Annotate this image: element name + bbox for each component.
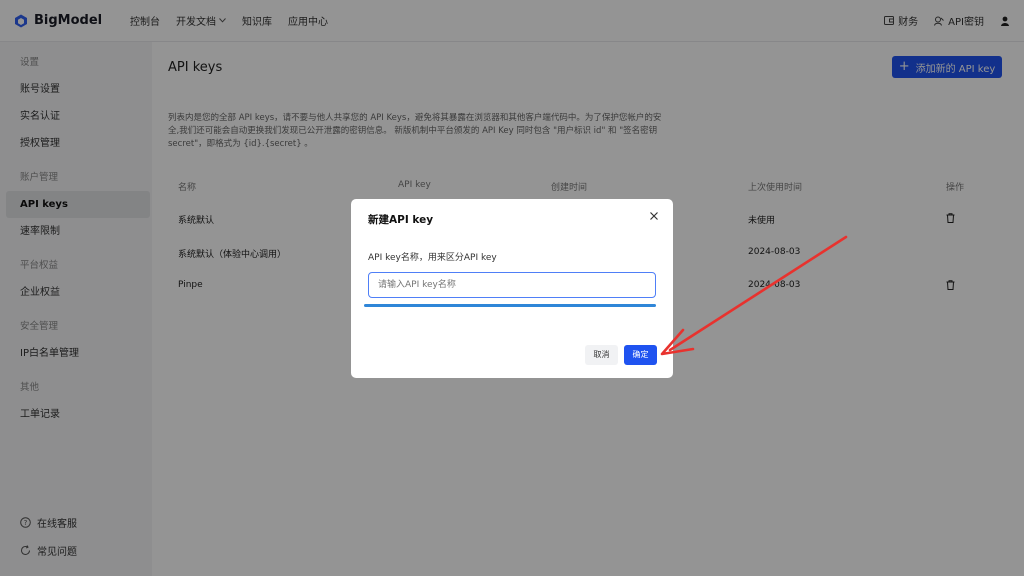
- close-icon[interactable]: [647, 209, 661, 223]
- api-key-name-input[interactable]: [368, 272, 656, 298]
- confirm-button[interactable]: 确定: [624, 345, 657, 365]
- new-api-key-dialog: 新建API key API key名称，用来区分API key 取消 确定: [351, 199, 673, 378]
- highlight-underline: [364, 304, 656, 307]
- api-key-name-label: API key名称，用来区分API key: [368, 253, 497, 263]
- dialog-title: 新建API key: [368, 214, 434, 226]
- cancel-button[interactable]: 取消: [585, 345, 618, 365]
